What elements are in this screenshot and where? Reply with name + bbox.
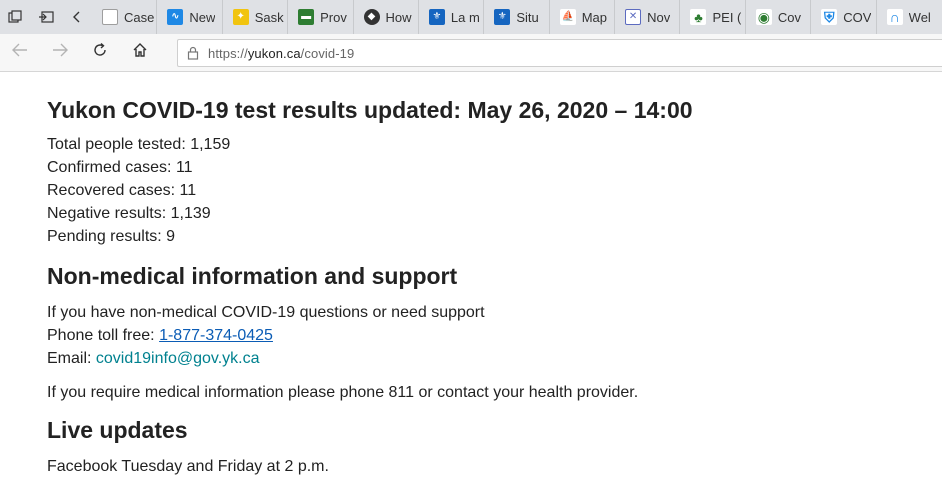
phone-link[interactable]: 1-877-374-0425 [159,327,273,344]
edge-page-icon [101,9,118,25]
url-host: yukon.ca [247,45,301,61]
fleur-de-lis-icon: ⚜ [494,9,511,25]
browser-tab[interactable]: ⛵ Map [550,0,616,34]
tab-label: Wel [908,9,931,25]
negative-results: Negative results: 1,139 [47,205,211,222]
browser-tab[interactable]: ◉ Cov [746,0,812,34]
pei-icon: ♣ [690,9,707,25]
refresh-icon [92,42,108,63]
nova-scotia-flag-icon: ✕ [625,9,642,25]
tab-label: PEI ( [712,9,742,25]
chart-icon: ∿ [167,9,184,25]
tab-label: Cov [777,9,801,25]
tab-strip: Case ∿ New ✦ Sask ▬ Prov ◆ How ⚜ La m ⚜ … [0,0,942,34]
live-updates-heading: Live updates [47,417,188,443]
tab-label: Nov [647,9,671,25]
page-content: Yukon COVID-19 test results updated: May… [47,72,927,478]
fleur-de-lis-icon: ⚜ [428,9,445,25]
back-arrow-icon [11,42,29,63]
browser-tab[interactable]: ◆ How [354,0,419,34]
flag-icon: ▬ [298,9,315,25]
pending-results: Pending results: 9 [47,228,176,245]
phone-line: Phone toll free: 1-877-374-0425 [47,324,927,347]
browser-tab[interactable]: ∿ New [157,0,223,34]
forward-button[interactable] [40,34,80,72]
home-icon [132,42,148,63]
sail-icon: ⛵ [559,9,576,25]
support-heading: Non-medical information and support [47,263,458,289]
total-tested: Total people tested: 1,159 [47,136,231,153]
navigation-bar: https://yukon.ca/covid-19 [0,34,942,72]
url-scheme: https:// [208,45,248,61]
arch-icon: ∩ [886,9,903,25]
lock-icon[interactable] [178,46,208,60]
url-path: /covid-19 [300,45,355,61]
browser-tab[interactable]: ⚜ Situ [484,0,550,34]
tab-label: Map [581,9,607,25]
tab-label: Prov [320,9,347,25]
support-intro: If you have non-medical COVID-19 questio… [47,304,485,321]
refresh-button[interactable] [80,34,120,72]
browser-tab[interactable]: ✦ Sask [223,0,289,34]
tab-label: How [385,9,412,25]
tab-label: Sask [254,9,284,25]
tab-label: COV [843,9,872,25]
browser-tab[interactable]: ▬ Prov [288,0,354,34]
recovered-cases: Recovered cases: 11 [47,182,197,199]
page-title: Yukon COVID-19 test results updated: May… [47,97,693,123]
browser-tab[interactable]: Case [92,0,158,34]
set-tabs-aside-icon[interactable] [31,0,62,34]
live-updates-text: Facebook Tuesday and Friday at 2 p.m. [47,458,329,475]
confirmed-cases: Confirmed cases: 11 [47,159,193,176]
globe-icon: ◉ [755,9,772,25]
address-bar[interactable]: https://yukon.ca/covid-19 [177,39,942,67]
browser-tab[interactable]: ∩ Wel [877,0,942,34]
tab-label: New [189,9,216,25]
tab-label: La m [450,9,480,25]
support-info: If you have non-medical COVID-19 questio… [47,301,927,370]
browser-tab[interactable]: ⚜ La m [419,0,485,34]
back-button[interactable] [0,34,40,72]
scroll-tabs-left-icon[interactable] [61,0,92,34]
forward-arrow-icon [51,42,69,63]
tab-label: Situ [516,9,539,25]
medical-note: If you require medical information pleas… [47,384,639,401]
email-line: Email: covid19info@gov.yk.ca [47,347,927,370]
crest-icon: ⛨ [821,9,838,25]
shield-icon: ◆ [363,9,380,25]
browser-tab[interactable]: ♣ PEI ( [680,0,746,34]
browser-tab[interactable]: ⛨ COV [811,0,877,34]
email-link[interactable]: covid19info@gov.yk.ca [96,350,260,367]
tab-actions-icon[interactable] [0,0,31,34]
phone-label: Phone toll free: [47,327,160,344]
email-label: Email: [47,350,96,367]
url-text: https://yukon.ca/covid-19 [208,46,354,61]
wheat-icon: ✦ [232,9,249,25]
browser-tab[interactable]: ✕ Nov [615,0,681,34]
tab-label: Case [123,9,155,25]
test-results-list: Total people tested: 1,159 Confirmed cas… [47,133,927,248]
home-button[interactable] [120,34,160,72]
